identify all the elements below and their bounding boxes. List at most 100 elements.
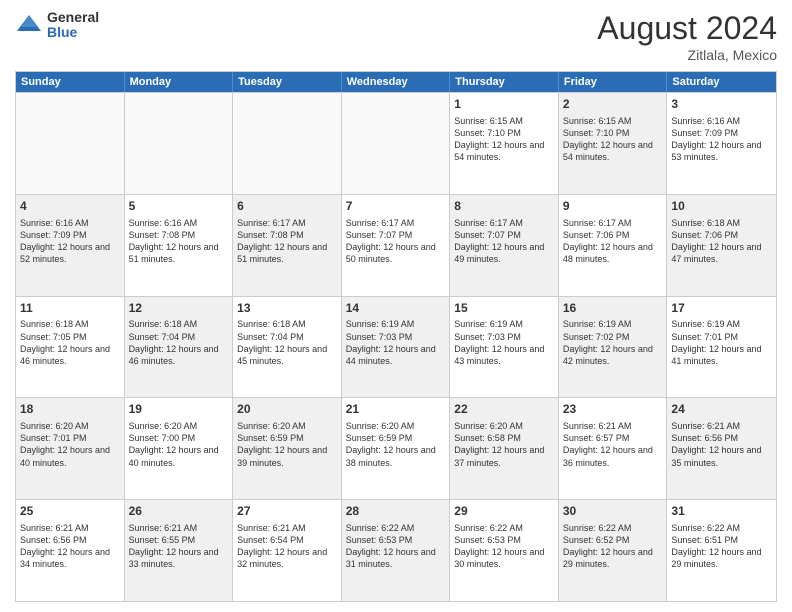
- day-number: 18: [20, 401, 120, 418]
- calendar-cell: 26Sunrise: 6:21 AM Sunset: 6:55 PM Dayli…: [125, 500, 234, 601]
- day-number: 1: [454, 96, 554, 113]
- calendar-cell: [125, 93, 234, 194]
- day-number: 19: [129, 401, 229, 418]
- day-number: 29: [454, 503, 554, 520]
- calendar-cell: 7Sunrise: 6:17 AM Sunset: 7:07 PM Daylig…: [342, 195, 451, 296]
- calendar-cell: 17Sunrise: 6:19 AM Sunset: 7:01 PM Dayli…: [667, 297, 776, 398]
- calendar: SundayMondayTuesdayWednesdayThursdayFrid…: [15, 71, 777, 602]
- cell-info-text: Sunrise: 6:20 AM Sunset: 6:59 PM Dayligh…: [346, 420, 446, 469]
- month-year-title: August 2024: [597, 10, 777, 47]
- cell-info-text: Sunrise: 6:19 AM Sunset: 7:03 PM Dayligh…: [346, 318, 446, 367]
- calendar-cell: 16Sunrise: 6:19 AM Sunset: 7:02 PM Dayli…: [559, 297, 668, 398]
- cell-info-text: Sunrise: 6:16 AM Sunset: 7:08 PM Dayligh…: [129, 217, 229, 266]
- calendar-cell: 31Sunrise: 6:22 AM Sunset: 6:51 PM Dayli…: [667, 500, 776, 601]
- logo-general-text: General: [47, 10, 99, 25]
- logo: General Blue: [15, 10, 99, 41]
- calendar-cell: [342, 93, 451, 194]
- calendar-cell: 14Sunrise: 6:19 AM Sunset: 7:03 PM Dayli…: [342, 297, 451, 398]
- calendar-row-1: 4Sunrise: 6:16 AM Sunset: 7:09 PM Daylig…: [16, 194, 776, 296]
- cell-info-text: Sunrise: 6:18 AM Sunset: 7:04 PM Dayligh…: [237, 318, 337, 367]
- header-day-thursday: Thursday: [450, 72, 559, 92]
- cell-info-text: Sunrise: 6:20 AM Sunset: 6:59 PM Dayligh…: [237, 420, 337, 469]
- calendar-cell: 2 Sunrise: 6:15 AM Sunset: 7:10 PM Daylig…: [559, 93, 668, 194]
- calendar-cell: 9 Sunrise: 6:17 AM Sunset: 7:06 PM Daylig…: [559, 195, 668, 296]
- calendar-cell: 24Sunrise: 6:21 AM Sunset: 6:56 PM Dayli…: [667, 398, 776, 499]
- calendar-cell: 11Sunrise: 6:18 AM Sunset: 7:05 PM Dayli…: [16, 297, 125, 398]
- header-day-wednesday: Wednesday: [342, 72, 451, 92]
- header-day-friday: Friday: [559, 72, 668, 92]
- calendar-row-2: 11Sunrise: 6:18 AM Sunset: 7:05 PM Dayli…: [16, 296, 776, 398]
- cell-info-text: Sunrise: 6:20 AM Sunset: 7:01 PM Dayligh…: [20, 420, 120, 469]
- cell-info-text: Sunrise: 6:17 AM Sunset: 7:06 PM Dayligh…: [563, 217, 663, 266]
- day-number: 7: [346, 198, 446, 215]
- day-number: 27: [237, 503, 337, 520]
- title-block: August 2024 Zitlala, Mexico: [597, 10, 777, 63]
- calendar-cell: 28Sunrise: 6:22 AM Sunset: 6:53 PM Dayli…: [342, 500, 451, 601]
- cell-info-text: Sunrise: 6:15 AM Sunset: 7:10 PM Dayligh…: [454, 115, 554, 164]
- header-day-monday: Monday: [125, 72, 234, 92]
- calendar-body: 1 Sunrise: 6:15 AM Sunset: 7:10 PM Daylig…: [16, 92, 776, 601]
- day-number: 21: [346, 401, 446, 418]
- day-number: 31: [671, 503, 772, 520]
- day-number: 13: [237, 300, 337, 317]
- logo-icon: [15, 11, 43, 39]
- cell-info-text: Sunrise: 6:21 AM Sunset: 6:54 PM Dayligh…: [237, 522, 337, 571]
- logo-text: General Blue: [47, 10, 99, 41]
- calendar-header: SundayMondayTuesdayWednesdayThursdayFrid…: [16, 72, 776, 92]
- header-day-tuesday: Tuesday: [233, 72, 342, 92]
- calendar-cell: 20 Sunrise: 6:20 AM Sunset: 6:59 PM Dayli…: [233, 398, 342, 499]
- calendar-cell: 15Sunrise: 6:19 AM Sunset: 7:03 PM Dayli…: [450, 297, 559, 398]
- cell-info-text: Sunrise: 6:16 AM Sunset: 7:09 PM Dayligh…: [671, 115, 772, 164]
- cell-info-text: Sunrise: 6:19 AM Sunset: 7:03 PM Dayligh…: [454, 318, 554, 367]
- day-number: 6: [237, 198, 337, 215]
- day-number: 16: [563, 300, 663, 317]
- cell-info-text: Sunrise: 6:21 AM Sunset: 6:55 PM Dayligh…: [129, 522, 229, 571]
- day-number: 25: [20, 503, 120, 520]
- day-number: 8: [454, 198, 554, 215]
- header: General Blue August 2024 Zitlala, Mexico: [15, 10, 777, 63]
- calendar-row-0: 1 Sunrise: 6:15 AM Sunset: 7:10 PM Daylig…: [16, 92, 776, 194]
- calendar-cell: 30Sunrise: 6:22 AM Sunset: 6:52 PM Dayli…: [559, 500, 668, 601]
- day-number: 9: [563, 198, 663, 215]
- calendar-cell: 13Sunrise: 6:18 AM Sunset: 7:04 PM Dayli…: [233, 297, 342, 398]
- day-number: 12: [129, 300, 229, 317]
- calendar-cell: 4Sunrise: 6:16 AM Sunset: 7:09 PM Daylig…: [16, 195, 125, 296]
- cell-info-text: Sunrise: 6:19 AM Sunset: 7:01 PM Dayligh…: [671, 318, 772, 367]
- day-number: 10: [671, 198, 772, 215]
- cell-info-text: Sunrise: 6:21 AM Sunset: 6:57 PM Dayligh…: [563, 420, 663, 469]
- cell-info-text: Sunrise: 6:17 AM Sunset: 7:07 PM Dayligh…: [454, 217, 554, 266]
- day-number: 3: [671, 96, 772, 113]
- calendar-row-4: 25 Sunrise: 6:21 AM Sunset: 6:56 PM Dayli…: [16, 499, 776, 601]
- calendar-row-3: 18 Sunrise: 6:20 AM Sunset: 7:01 PM Dayli…: [16, 397, 776, 499]
- day-number: 28: [346, 503, 446, 520]
- day-number: 5: [129, 198, 229, 215]
- cell-info-text: Sunrise: 6:21 AM Sunset: 6:56 PM Dayligh…: [20, 522, 120, 571]
- cell-info-text: Sunrise: 6:18 AM Sunset: 7:05 PM Dayligh…: [20, 318, 120, 367]
- calendar-cell: 29 Sunrise: 6:22 AM Sunset: 6:53 PM Dayli…: [450, 500, 559, 601]
- calendar-cell: 22Sunrise: 6:20 AM Sunset: 6:58 PM Dayli…: [450, 398, 559, 499]
- cell-info-text: Sunrise: 6:17 AM Sunset: 7:08 PM Dayligh…: [237, 217, 337, 266]
- cell-info-text: Sunrise: 6:21 AM Sunset: 6:56 PM Dayligh…: [671, 420, 772, 469]
- day-number: 23: [563, 401, 663, 418]
- cell-info-text: Sunrise: 6:20 AM Sunset: 7:00 PM Dayligh…: [129, 420, 229, 469]
- day-number: 2: [563, 96, 663, 113]
- calendar-cell: 23 Sunrise: 6:21 AM Sunset: 6:57 PM Dayli…: [559, 398, 668, 499]
- day-number: 14: [346, 300, 446, 317]
- header-day-sunday: Sunday: [16, 72, 125, 92]
- calendar-cell: 21 Sunrise: 6:20 AM Sunset: 6:59 PM Dayli…: [342, 398, 451, 499]
- location-subtitle: Zitlala, Mexico: [597, 47, 777, 63]
- day-number: 20: [237, 401, 337, 418]
- cell-info-text: Sunrise: 6:20 AM Sunset: 6:58 PM Dayligh…: [454, 420, 554, 469]
- calendar-cell: 19 Sunrise: 6:20 AM Sunset: 7:00 PM Dayli…: [125, 398, 234, 499]
- cell-info-text: Sunrise: 6:22 AM Sunset: 6:53 PM Dayligh…: [454, 522, 554, 571]
- cell-info-text: Sunrise: 6:22 AM Sunset: 6:52 PM Dayligh…: [563, 522, 663, 571]
- calendar-cell: 1 Sunrise: 6:15 AM Sunset: 7:10 PM Daylig…: [450, 93, 559, 194]
- header-day-saturday: Saturday: [667, 72, 776, 92]
- cell-info-text: Sunrise: 6:15 AM Sunset: 7:10 PM Dayligh…: [563, 115, 663, 164]
- calendar-cell: [233, 93, 342, 194]
- calendar-cell: 8 Sunrise: 6:17 AM Sunset: 7:07 PM Daylig…: [450, 195, 559, 296]
- day-number: 4: [20, 198, 120, 215]
- cell-info-text: Sunrise: 6:18 AM Sunset: 7:04 PM Dayligh…: [129, 318, 229, 367]
- calendar-cell: 6 Sunrise: 6:17 AM Sunset: 7:08 PM Daylig…: [233, 195, 342, 296]
- day-number: 17: [671, 300, 772, 317]
